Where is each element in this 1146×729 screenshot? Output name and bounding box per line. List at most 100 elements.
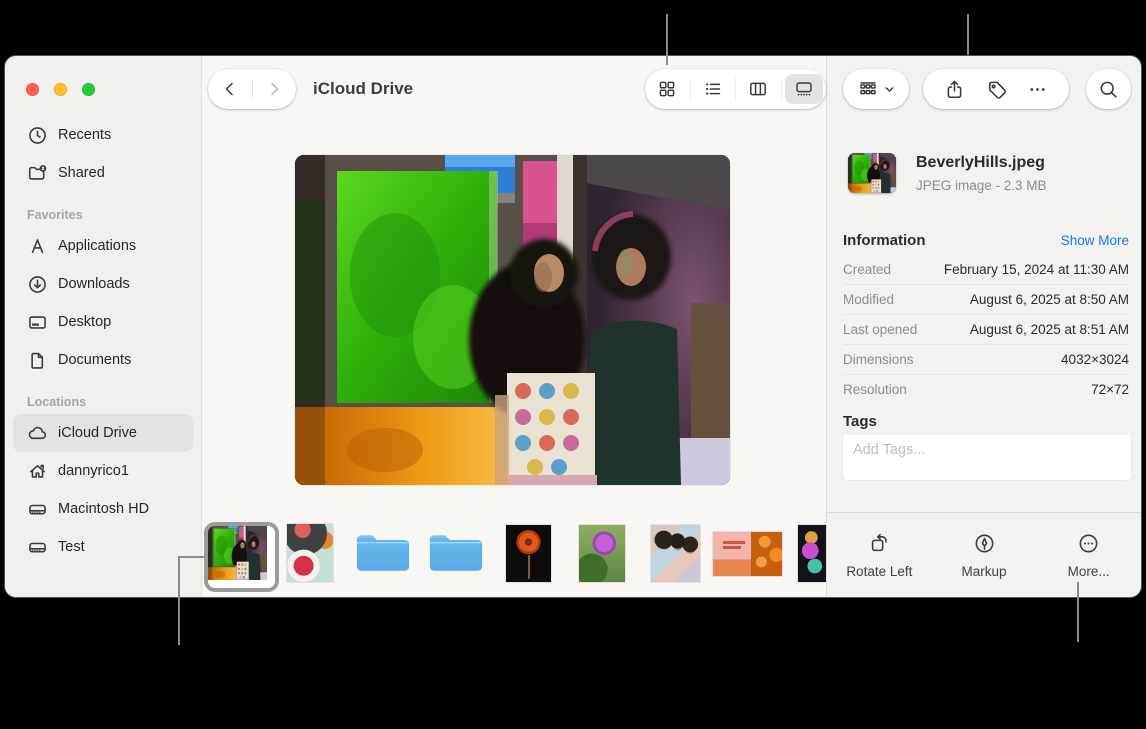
sidebar-item-desktop[interactable]: Desktop [13, 303, 193, 341]
clock-icon [27, 125, 48, 146]
info-row-dimensions: Dimensions 4032×3024 [843, 344, 1129, 374]
share-button[interactable] [944, 79, 965, 100]
add-tags-input[interactable] [843, 434, 1131, 460]
applications-icon [27, 236, 48, 257]
chevron-down-icon [884, 84, 895, 95]
grid-view-icon [657, 79, 677, 99]
gallery-view-button[interactable] [782, 69, 827, 109]
list-view-icon [703, 79, 723, 99]
sidebar-item-label: Shared [58, 165, 105, 181]
thumbnail-selfie[interactable] [651, 525, 700, 582]
page-title: iCloud Drive [313, 79, 413, 99]
gallery-view-icon [794, 79, 814, 99]
markup-button[interactable]: Markup [932, 513, 1037, 597]
sidebar-item-downloads[interactable]: Downloads [13, 265, 193, 303]
rotate-left-button[interactable]: Rotate Left [827, 513, 932, 597]
rotate-left-icon [868, 532, 891, 555]
show-more-link[interactable]: Show More [1061, 233, 1129, 248]
cloud-icon [27, 423, 48, 444]
list-view-button[interactable] [691, 69, 736, 109]
search-icon [1098, 79, 1119, 100]
sidebar-item-icloud-drive[interactable]: iCloud Drive [13, 414, 193, 452]
finder-window: Recents Shared Favorites Applications Do… [5, 56, 1141, 597]
shared-folder-icon [27, 163, 48, 184]
column-view-button[interactable] [736, 69, 781, 109]
zoom-button[interactable] [82, 83, 95, 96]
minimize-button[interactable] [54, 83, 67, 96]
column-view-icon [748, 79, 768, 99]
close-button[interactable] [26, 83, 39, 96]
sidebar-item-label: dannyrico1 [58, 463, 129, 479]
callout-line-toolbar-actions [967, 14, 969, 55]
thumbnail-thistle[interactable] [579, 525, 625, 582]
hard-drive-icon [27, 537, 48, 558]
sidebar-item-macintosh-hd[interactable]: Macintosh HD [13, 490, 193, 528]
back-button[interactable] [220, 79, 240, 99]
sidebar-item-documents[interactable]: Documents [13, 341, 193, 379]
folder-icon [354, 527, 412, 579]
thumbnail-market-flyer[interactable] [713, 532, 782, 576]
tag-button[interactable] [986, 79, 1007, 100]
thumbnail-concert-partial[interactable] [798, 525, 827, 582]
nav-separator [252, 79, 253, 99]
toolbar-actions [923, 69, 1069, 109]
thumbnail-beverlyhills-selected[interactable] [204, 522, 279, 592]
home-icon [27, 461, 48, 482]
more-circle-icon [1077, 532, 1100, 555]
more-button[interactable] [1027, 79, 1048, 100]
desktop-icon [27, 312, 48, 333]
folder-icon [427, 527, 485, 579]
sidebar-item-label: Macintosh HD [58, 501, 149, 517]
tags-heading: Tags [843, 413, 877, 430]
info-row-created: Created February 15, 2024 at 11:30 AM [843, 255, 1129, 284]
markup-icon [973, 532, 996, 555]
view-switcher [645, 69, 826, 109]
sidebar-item-label: Test [58, 539, 85, 555]
information-rows: Created February 15, 2024 at 11:30 AM Mo… [843, 255, 1129, 404]
callout-line-more-button [1077, 582, 1079, 642]
sidebar: Recents Shared Favorites Applications Do… [5, 56, 202, 597]
quick-actions: Rotate Left Markup More... [827, 512, 1141, 597]
sidebar-item-label: Recents [58, 127, 111, 143]
forward-button[interactable] [264, 79, 284, 99]
file-thumbnail [848, 153, 896, 193]
sidebar-item-label: Applications [58, 238, 136, 254]
search-button[interactable] [1086, 69, 1131, 109]
sidebar-item-shared[interactable]: Shared [13, 154, 193, 192]
info-row-resolution: Resolution 72×72 [843, 374, 1129, 404]
info-row-last-opened: Last opened August 6, 2025 at 8:51 AM [843, 314, 1129, 344]
sidebar-item-label: Documents [58, 352, 131, 368]
sidebar-item-test[interactable]: Test [13, 528, 193, 566]
sidebar-item-applications[interactable]: Applications [13, 227, 193, 265]
preview-panel: BeverlyHills.jpeg JPEG image - 2.3 MB In… [826, 56, 1141, 597]
tags-field-container [843, 434, 1131, 480]
window-controls [26, 83, 95, 96]
callout-line-selected-thumbnail-h [178, 556, 204, 558]
thumbnail-folder[interactable] [427, 527, 485, 579]
nav-buttons [208, 69, 296, 109]
group-by-icon [857, 78, 879, 100]
thumbnail-orange-flower[interactable] [506, 525, 551, 582]
sidebar-item-dannyrico1[interactable]: dannyrico1 [13, 452, 193, 490]
callout-line-selected-thumbnail-v [178, 556, 180, 645]
document-icon [27, 350, 48, 371]
sidebar-item-label: Desktop [58, 314, 111, 330]
gallery-view [202, 56, 827, 597]
information-heading: Information [843, 232, 926, 249]
sidebar-section-favorites: Favorites [13, 192, 193, 227]
sidebar-item-recents[interactable]: Recents [13, 116, 193, 154]
downloads-icon [27, 274, 48, 295]
thumbnail-food-photo[interactable] [287, 524, 333, 582]
sidebar-item-label: iCloud Drive [58, 425, 137, 441]
file-meta: JPEG image - 2.3 MB [916, 178, 1047, 193]
gallery-preview-image[interactable] [295, 155, 730, 485]
callout-line-view-buttons [666, 14, 668, 65]
icon-view-button[interactable] [645, 69, 690, 109]
thumbnail-folder[interactable] [354, 527, 412, 579]
sidebar-item-label: Downloads [58, 276, 130, 292]
info-row-modified: Modified August 6, 2025 at 8:50 AM [843, 284, 1129, 314]
sidebar-section-locations: Locations [13, 379, 193, 414]
group-by-button[interactable] [843, 69, 909, 109]
more-actions-button[interactable]: More... [1036, 513, 1141, 597]
hard-drive-icon [27, 499, 48, 520]
